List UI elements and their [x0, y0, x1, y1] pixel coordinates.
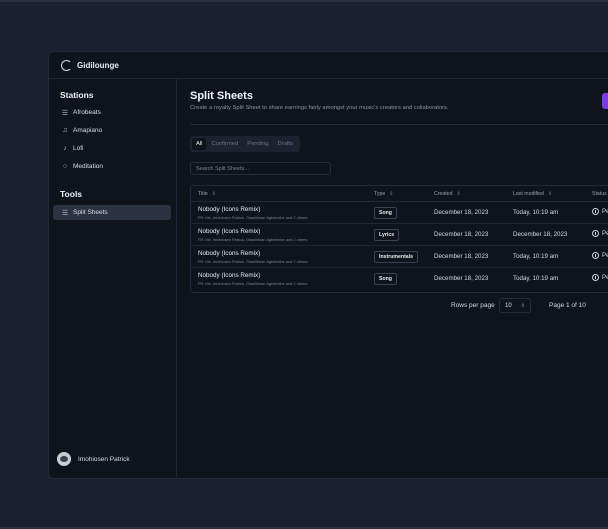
app-title: Gidilounge: [77, 60, 119, 70]
row-title: Nobody (Icons Remix): [198, 250, 261, 257]
column-header-created[interactable]: Created ⇕: [434, 191, 461, 197]
title-bar: Gidilounge: [49, 52, 608, 79]
sidebar-item-label: Split Sheets: [73, 209, 108, 216]
row-contributors: FR: Me, Imohiosen Patrick, Olamilekan Ag…: [198, 259, 308, 264]
row-modified: December 18, 2023: [513, 231, 568, 238]
main-content: Split Sheets Create a royalty Split Shee…: [177, 79, 608, 478]
row-modified: Today, 10:19 am: [513, 275, 559, 282]
type-badge: Song: [374, 207, 397, 219]
table-row[interactable]: Nobody (Icons Remix) FR: Me, Imohiosen P…: [191, 224, 608, 246]
table-row[interactable]: Nobody (Icons Remix) FR: Me, Imohiosen P…: [191, 202, 608, 224]
sidebar-item-lofi[interactable]: ♪ Lofi: [53, 141, 171, 156]
page-title: Split Sheets: [190, 90, 253, 102]
avatar: [57, 452, 71, 466]
sidebar-item-split-sheets[interactable]: ☰ Split Sheets: [53, 205, 171, 220]
row-modified: Today, 10:19 am: [513, 253, 559, 260]
clock-icon: [592, 230, 599, 237]
page-info: Page 1 of 10: [549, 302, 586, 309]
type-badge: Lyrics: [374, 229, 400, 241]
status-badge: Pe: [592, 252, 608, 259]
type-badge: Song: [374, 273, 397, 285]
sort-icon: ⇕: [456, 191, 461, 197]
status-badge: Pe: [592, 274, 608, 281]
type-badge: Instrumentals: [374, 251, 419, 263]
divider: [190, 124, 608, 125]
rows-per-page-value: 10: [505, 302, 512, 309]
table-row[interactable]: Nobody (Icons Remix) FR: Me, Imohiosen P…: [191, 246, 608, 268]
row-contributors: FR: Me, Imohiosen Patrick, Olamilekan Ag…: [198, 215, 308, 220]
clock-icon: [592, 208, 599, 215]
sidebar-item-afrobeats[interactable]: ☰ Afrobeats: [53, 105, 171, 120]
user-name: Imohiosen Patrick: [78, 455, 130, 463]
row-title: Nobody (Icons Remix): [198, 206, 261, 213]
row-title: Nobody (Icons Remix): [198, 228, 261, 235]
filter-tabs: All Confirmed Pending Drafts: [190, 136, 300, 152]
row-title: Nobody (Icons Remix): [198, 272, 261, 279]
create-split-sheet-button[interactable]: [602, 93, 608, 109]
music-note-icon: ♫: [62, 127, 68, 134]
sidebar-item-meditation[interactable]: ○ Meditation: [53, 159, 171, 174]
sidebar-item-label: Lofi: [73, 145, 84, 152]
top-edge: [0, 0, 608, 2]
app-window: Gidilounge Stations ☰ Afrobeats ♫ Amapia…: [48, 51, 608, 479]
row-created: December 18, 2023: [434, 275, 489, 282]
table-row[interactable]: Nobody (Icons Remix) FR: Me, Imohiosen P…: [191, 268, 608, 289]
clock-icon: [592, 274, 599, 281]
row-contributors: FR: Me, Imohiosen Patrick, Olamilekan Ag…: [198, 281, 308, 286]
search-input[interactable]: [190, 162, 331, 175]
column-header-last-modified[interactable]: Last modified ⇕: [513, 191, 552, 197]
sidebar-item-label: Afrobeats: [73, 109, 101, 116]
tab-drafts[interactable]: Drafts: [273, 138, 296, 150]
rows-per-page-select[interactable]: 10 ⇕: [499, 298, 531, 313]
column-header-title[interactable]: Title ⇕: [198, 191, 216, 197]
sort-icon: ⇕: [389, 191, 394, 197]
music-note-single-icon: ♪: [63, 145, 67, 152]
row-modified: Today, 10:19 am: [513, 209, 559, 216]
clock-icon: [592, 252, 599, 259]
sidebar-item-label: Amapiano: [73, 127, 103, 134]
column-header-status[interactable]: Status: [592, 191, 607, 197]
logo-icon: [61, 59, 72, 71]
rows-per-page-label: Rows per page: [451, 302, 495, 309]
circle-icon: ○: [62, 163, 68, 170]
chevron-updown-icon: ⇕: [520, 302, 525, 309]
tab-pending[interactable]: Pending: [243, 138, 272, 150]
page-description: Create a royalty Split Sheet to share ea…: [190, 105, 449, 111]
sidebar-item-label: Meditation: [73, 163, 103, 170]
sidebar: Stations ☰ Afrobeats ♫ Amapiano ♪ Lofi ○…: [49, 79, 177, 478]
row-created: December 18, 2023: [434, 209, 489, 216]
sort-icon: ⇕: [547, 191, 553, 197]
user-profile[interactable]: Imohiosen Patrick: [57, 452, 130, 466]
row-contributors: FR: Me, Imohiosen Patrick, Olamilekan Ag…: [198, 237, 308, 242]
column-header-type[interactable]: Type ⇕: [374, 191, 393, 197]
table-header: Title ⇕ Type ⇕ Created ⇕ Last modified ⇕ Sta…: [191, 186, 608, 202]
split-sheets-table: Title ⇕ Type ⇕ Created ⇕ Last modified ⇕ Sta…: [190, 185, 608, 293]
row-created: December 18, 2023: [434, 253, 489, 260]
stations-title: Stations: [60, 90, 94, 100]
row-created: December 18, 2023: [434, 231, 489, 238]
sort-icon: ⇕: [211, 191, 216, 197]
tools-title: Tools: [60, 189, 83, 199]
tab-confirmed[interactable]: Confirmed: [207, 138, 242, 150]
status-badge: Pe: [592, 208, 608, 215]
playlist-icon: ☰: [61, 209, 69, 217]
status-badge: Pe: [592, 230, 608, 237]
sidebar-item-amapiano[interactable]: ♫ Amapiano: [53, 123, 171, 138]
playlist-icon: ☰: [61, 109, 69, 117]
tab-all[interactable]: All: [192, 138, 207, 150]
